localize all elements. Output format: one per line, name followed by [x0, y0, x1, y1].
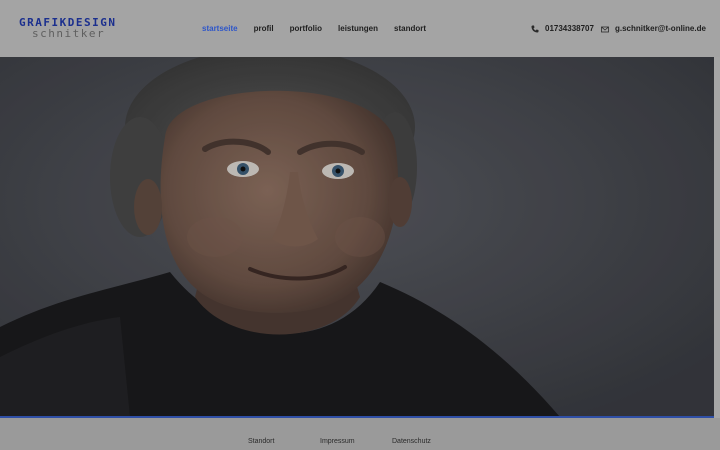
- hero-accent-line: [0, 416, 714, 418]
- phone-contact[interactable]: 01734338707: [531, 23, 594, 35]
- nav-item-portfolio[interactable]: portfolio: [290, 23, 322, 35]
- nav-item-profil[interactable]: profil: [254, 23, 274, 35]
- footer-link-impressum[interactable]: Impressum: [320, 437, 355, 447]
- portrait-photo: [0, 57, 714, 417]
- logo-line-schnitker: schnitker: [32, 27, 106, 40]
- footer-link-datenschutz[interactable]: Datenschutz: [392, 437, 431, 447]
- email-address: g.schnitker@t-online.de: [615, 24, 706, 33]
- phone-number: 01734338707: [545, 24, 594, 33]
- nav-item-startseite[interactable]: startseite: [202, 23, 238, 35]
- nav-item-standort[interactable]: standort: [394, 23, 426, 35]
- scrollbar-track[interactable]: [714, 57, 720, 418]
- main-nav: startseite profil portfolio leistungen s…: [202, 23, 426, 35]
- site-header: GRAFIKDESIGN schnitker startseite profil…: [0, 0, 720, 57]
- site-logo[interactable]: GRAFIKDESIGN schnitker: [19, 17, 116, 39]
- nav-item-leistungen[interactable]: leistungen: [338, 23, 378, 35]
- mail-icon: [601, 26, 609, 33]
- footer-link-standort[interactable]: Standort: [248, 437, 274, 447]
- email-contact[interactable]: g.schnitker@t-online.de: [601, 23, 706, 35]
- phone-icon: [531, 25, 539, 33]
- hero-portrait-image: [0, 57, 714, 417]
